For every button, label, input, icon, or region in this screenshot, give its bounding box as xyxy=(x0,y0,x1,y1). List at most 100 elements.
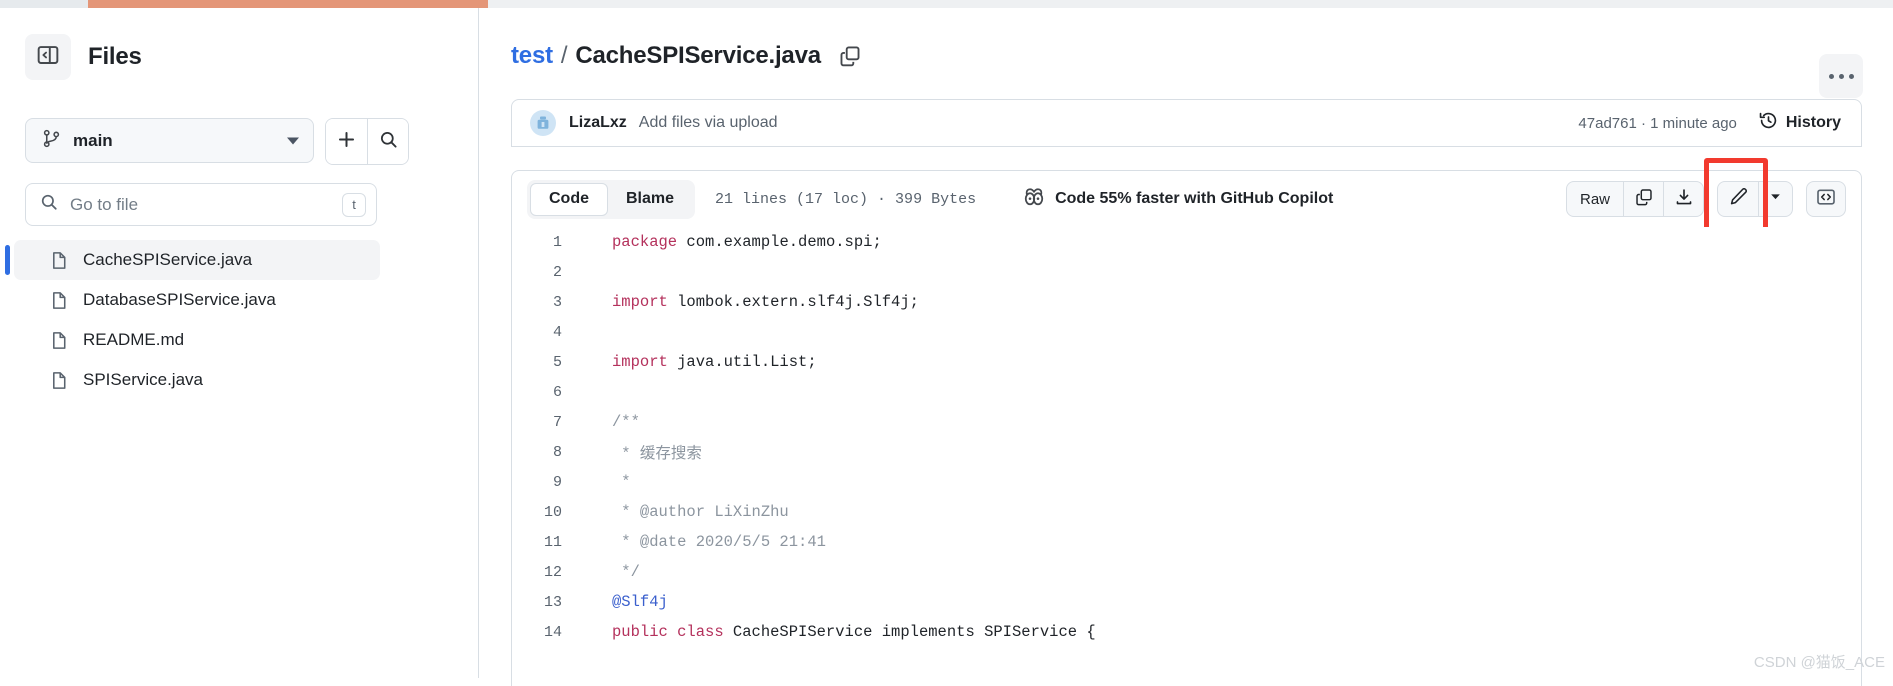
file-icon xyxy=(50,251,69,270)
line-number[interactable]: 1 xyxy=(512,234,562,251)
commit-author[interactable]: LizaLxz xyxy=(569,114,627,132)
history-button[interactable]: History xyxy=(1759,111,1841,135)
code-token: public class xyxy=(612,623,733,641)
line-number[interactable]: 8 xyxy=(512,444,562,461)
copilot-icon xyxy=(1023,186,1045,213)
line-number[interactable]: 2 xyxy=(512,264,562,281)
code-line-text: /** xyxy=(612,413,640,431)
more-options-icon xyxy=(1839,74,1844,79)
code-line-text: @Slf4j xyxy=(612,593,668,611)
code-token: lombok.extern.slf4j.Slf4j; xyxy=(668,293,919,311)
sidebar-header: Files xyxy=(25,34,142,80)
line-number[interactable]: 7 xyxy=(512,414,562,431)
breadcrumb-repo-link[interactable]: test xyxy=(511,42,553,70)
line-number[interactable]: 6 xyxy=(512,384,562,401)
code-line-text xyxy=(612,263,621,281)
code-token: * @date 2020/5/5 21:41 xyxy=(612,533,826,551)
file-list: CacheSPIService.java DatabaseSPIService.… xyxy=(14,240,380,400)
commit-meta: 47ad761 · 1 minute ago History xyxy=(1578,111,1841,135)
line-number[interactable]: 5 xyxy=(512,354,562,371)
search-icon xyxy=(379,130,398,154)
file-list-item-label: SPIService.java xyxy=(83,370,203,390)
code-line: 2 xyxy=(512,257,1861,287)
chevron-down-icon xyxy=(287,137,299,144)
file-toolbar: Code Blame 21 lines (17 loc) · 399 Bytes… xyxy=(511,170,1862,227)
download-raw-file-button[interactable] xyxy=(1663,182,1703,216)
code-line: 14 public class CacheSPIService implement… xyxy=(512,617,1861,647)
line-number[interactable]: 13 xyxy=(512,594,562,611)
download-icon xyxy=(1675,188,1693,211)
code-line: 9 * xyxy=(512,467,1861,497)
file-list-item-label: README.md xyxy=(83,330,184,350)
code-line: 10 * @author LiXinZhu xyxy=(512,497,1861,527)
raw-copy-download-group: Raw xyxy=(1566,181,1704,217)
code-line-text xyxy=(612,383,621,401)
sidebar-title: Files xyxy=(88,43,142,71)
file-icon xyxy=(50,331,69,350)
code-line-text: import java.util.List; xyxy=(612,353,817,371)
code-symbols-button[interactable] xyxy=(1806,181,1846,217)
raw-button[interactable]: Raw xyxy=(1567,182,1623,216)
copilot-promo-label: Code 55% faster with GitHub Copilot xyxy=(1055,190,1333,208)
sidebar-action-buttons xyxy=(325,118,409,165)
code-line: 3 import lombok.extern.slf4j.Slf4j; xyxy=(512,287,1861,317)
file-tree-sidebar: Files main xyxy=(0,8,479,678)
file-list-item-0[interactable]: CacheSPIService.java xyxy=(14,240,380,280)
breadcrumb-separator: / xyxy=(561,42,567,70)
file-list-item-2[interactable]: README.md xyxy=(14,320,380,360)
edit-options-dropdown-button[interactable] xyxy=(1758,182,1792,216)
code-token: * 缓存搜索 xyxy=(612,445,702,463)
line-number[interactable]: 14 xyxy=(512,624,562,641)
code-line-text: import lombok.extern.slf4j.Slf4j; xyxy=(612,293,919,311)
tab-code[interactable]: Code xyxy=(530,183,608,216)
commit-message[interactable]: Add files via upload xyxy=(639,114,778,132)
code-line: 7 /** xyxy=(512,407,1861,437)
code-line-text: */ xyxy=(612,563,640,581)
code-line: 5 import java.util.List; xyxy=(512,347,1861,377)
chevron-down-icon xyxy=(1769,190,1782,208)
tab-blame[interactable]: Blame xyxy=(608,183,692,216)
edit-file-button[interactable] xyxy=(1718,182,1758,216)
code-token: CacheSPIService implements SPIService { xyxy=(733,623,1096,641)
line-number[interactable]: 10 xyxy=(512,504,562,521)
branch-name-label: main xyxy=(73,131,113,151)
line-number[interactable]: 4 xyxy=(512,324,562,341)
code-token: * xyxy=(612,473,631,491)
add-file-button[interactable] xyxy=(326,119,367,164)
avatar[interactable] xyxy=(530,110,556,136)
line-number[interactable]: 12 xyxy=(512,564,562,581)
file-list-item-1[interactable]: DatabaseSPIService.java xyxy=(14,280,380,320)
history-clock-icon xyxy=(1759,111,1778,135)
code-line: 1package com.example.demo.spi; xyxy=(512,227,1861,257)
breadcrumb: test / CacheSPIService.java xyxy=(511,42,861,70)
code-line: 4 xyxy=(512,317,1861,347)
search-icon xyxy=(40,193,58,216)
branch-selector[interactable]: main xyxy=(25,118,314,163)
line-number[interactable]: 9 xyxy=(512,474,562,491)
code-token: package xyxy=(612,233,677,251)
copy-path-icon[interactable] xyxy=(839,45,861,67)
code-line: 6 xyxy=(512,377,1861,407)
more-options-button[interactable] xyxy=(1819,54,1863,98)
line-number[interactable]: 11 xyxy=(512,534,562,551)
go-to-file-input[interactable] xyxy=(70,195,342,215)
code-blame-tabs: Code Blame xyxy=(527,180,695,219)
code-viewer[interactable]: 1package com.example.demo.spi;2 3import … xyxy=(511,227,1862,686)
search-shortcut-key: t xyxy=(342,193,366,217)
edit-button-wrapper xyxy=(1717,181,1793,217)
code-symbols-icon xyxy=(1816,187,1836,212)
progress-track xyxy=(0,0,88,8)
code-token: */ xyxy=(612,563,640,581)
copilot-promo[interactable]: Code 55% faster with GitHub Copilot xyxy=(1023,186,1333,213)
line-number[interactable]: 3 xyxy=(512,294,562,311)
more-options-icon xyxy=(1829,74,1834,79)
sidebar-collapse-button[interactable] xyxy=(25,34,71,80)
file-list-item-3[interactable]: SPIService.java xyxy=(14,360,380,400)
code-line-text: public class CacheSPIService implements … xyxy=(612,623,1096,641)
commit-sha-and-time[interactable]: 47ad761 · 1 minute ago xyxy=(1578,115,1736,132)
go-to-file-search-box[interactable]: t xyxy=(25,183,377,226)
search-files-button[interactable] xyxy=(367,119,408,164)
copy-raw-content-button[interactable] xyxy=(1623,182,1663,216)
edit-button-group xyxy=(1717,181,1793,217)
page-load-progress-bar xyxy=(0,0,1893,8)
